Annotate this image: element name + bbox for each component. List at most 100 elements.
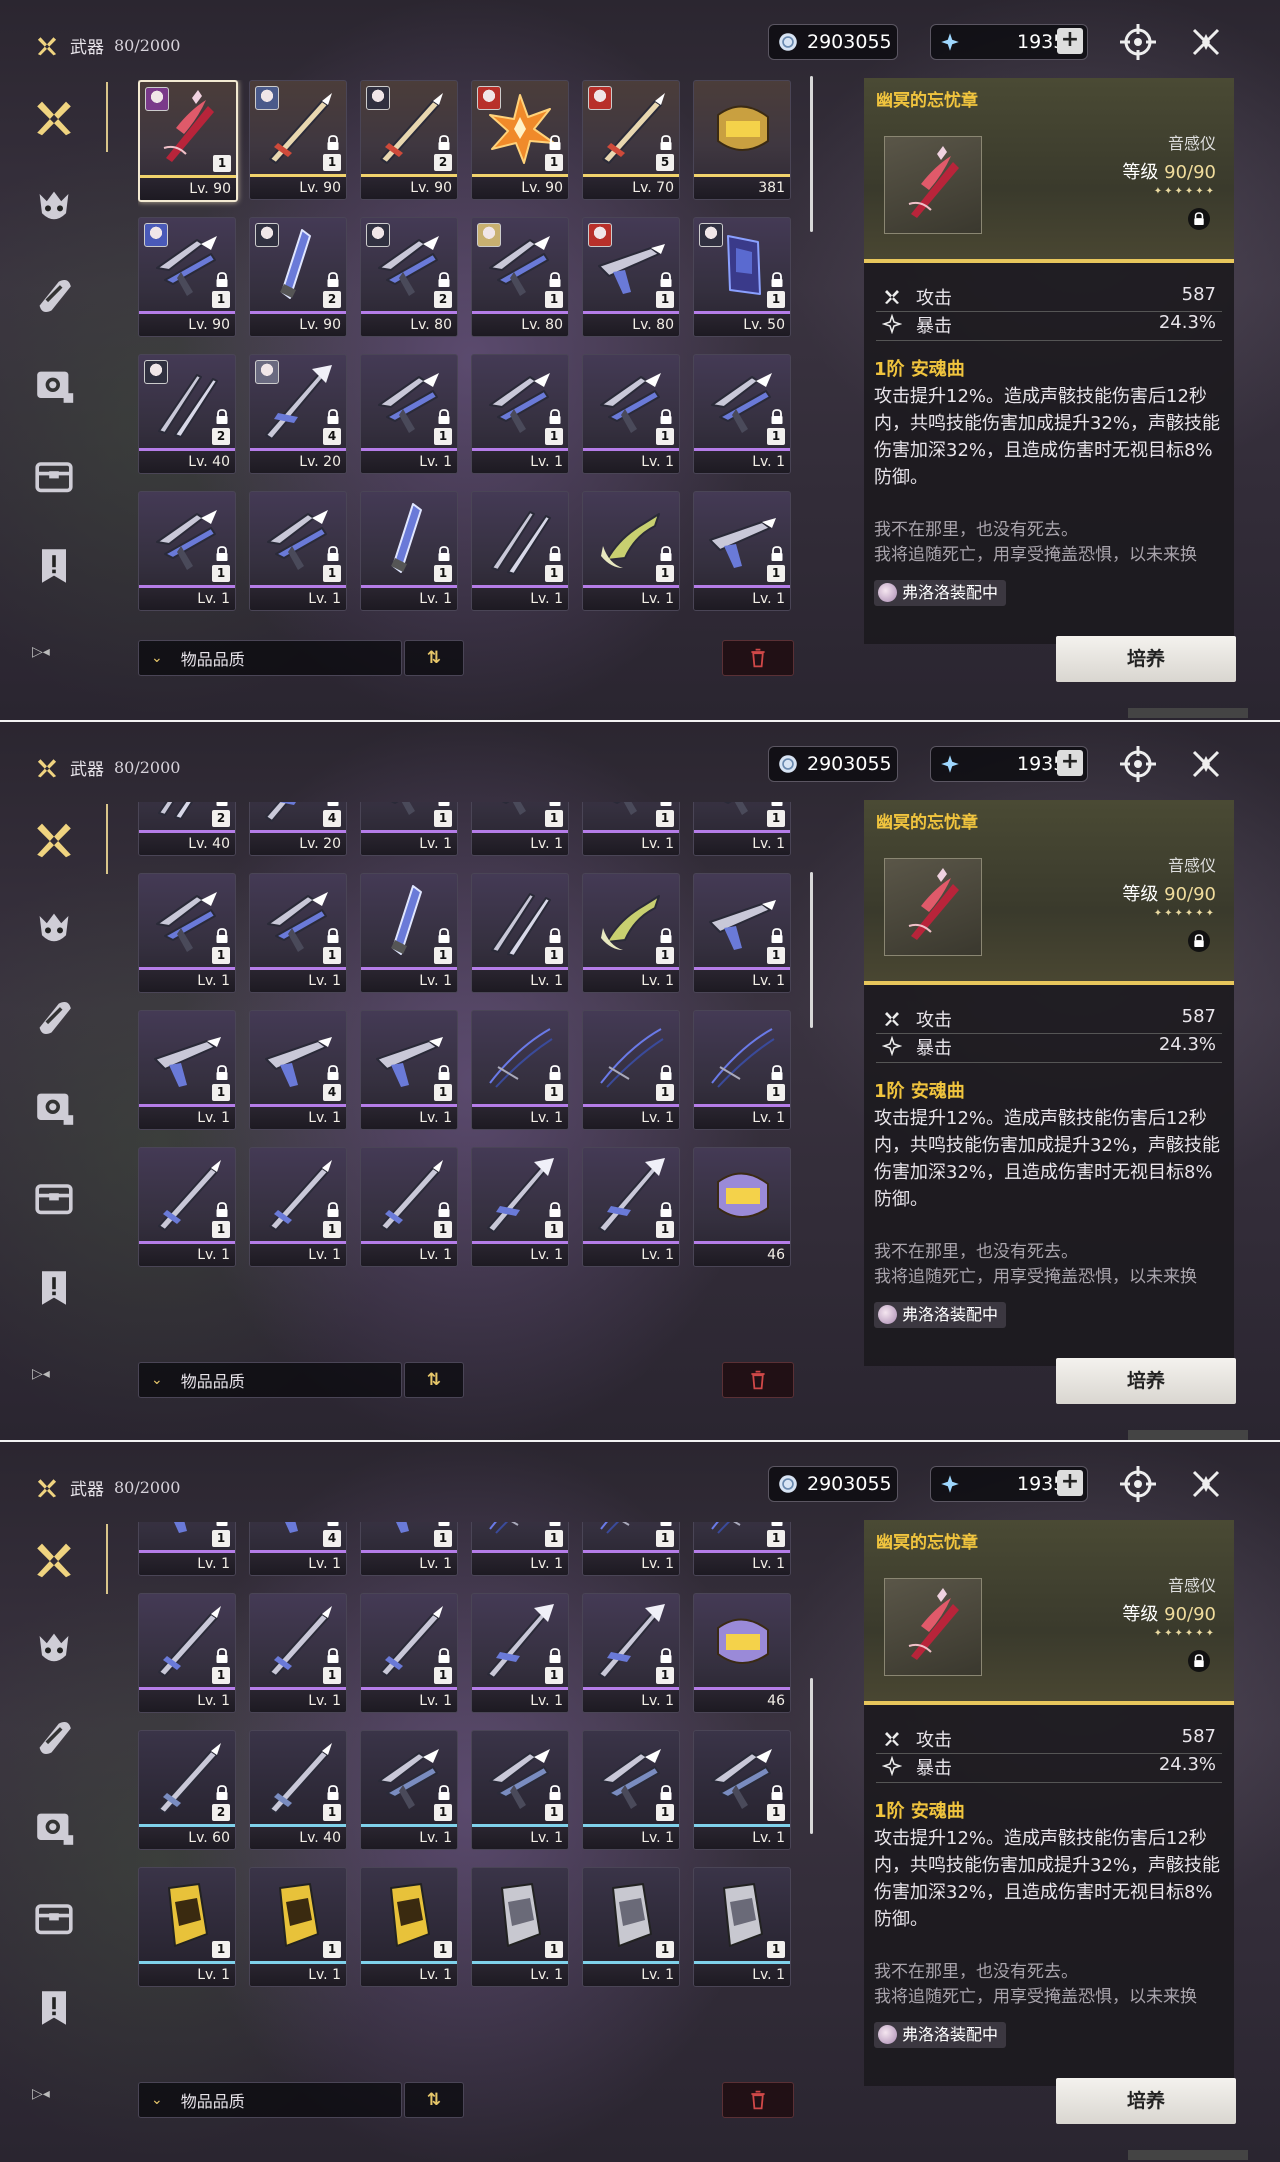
weapon-slot[interactable]: 1 Lv. 1 bbox=[471, 873, 569, 993]
weapon-slot[interactable]: 1 Lv. 1 bbox=[471, 1593, 569, 1713]
scrollbar[interactable] bbox=[810, 1678, 813, 1834]
weapon-slot[interactable]: 1 Lv. 1 bbox=[360, 354, 458, 474]
sidebar-item-weapon[interactable] bbox=[30, 82, 108, 152]
sidebar-item-devkit[interactable] bbox=[30, 272, 80, 322]
weapon-slot[interactable]: 1 Lv. 80 bbox=[582, 217, 680, 337]
weapon-slot[interactable]: 1 Lv. 1 bbox=[360, 873, 458, 993]
close-icon[interactable] bbox=[1186, 22, 1226, 62]
scrollbar[interactable] bbox=[810, 872, 813, 1028]
weapon-slot[interactable]: 1 Lv. 1 bbox=[138, 1010, 236, 1130]
weapon-slot[interactable]: 381 bbox=[693, 80, 791, 200]
sidebar-item-supply[interactable] bbox=[30, 1174, 80, 1224]
weapon-slot[interactable]: 1 Lv. 1 bbox=[249, 1147, 347, 1267]
weapon-slot[interactable]: 1 Lv. 1 bbox=[471, 1010, 569, 1130]
weapon-slot[interactable]: 1 Lv. 90 bbox=[249, 80, 347, 200]
target-icon[interactable] bbox=[1118, 1464, 1158, 1504]
weapon-slot[interactable]: 1 Lv. 1 bbox=[138, 491, 236, 611]
add-astrite-button[interactable]: + bbox=[1057, 750, 1083, 776]
weapon-slot[interactable]: 1 Lv. 1 bbox=[582, 1867, 680, 1987]
sidebar-collapse-toggle[interactable]: ▷◂ bbox=[32, 2086, 50, 2102]
weapon-slot[interactable]: 1 Lv. 1 bbox=[582, 1147, 680, 1267]
sidebar-item-weapon[interactable] bbox=[30, 804, 108, 874]
sidebar-item-echo[interactable] bbox=[30, 182, 80, 232]
sort-dropdown[interactable]: ⌄ 物品品质 bbox=[138, 640, 402, 676]
weapon-slot[interactable]: 1 Lv. 1 bbox=[582, 1010, 680, 1130]
weapon-slot[interactable]: 1 Lv. 1 bbox=[360, 1867, 458, 1987]
weapon-slot[interactable]: 1 Lv. 1 bbox=[582, 873, 680, 993]
sort-direction-button[interactable]: ⇅ bbox=[404, 640, 464, 676]
sidebar-item-devkit[interactable] bbox=[30, 994, 80, 1044]
weapon-slot[interactable]: 1 Lv. 1 bbox=[471, 1730, 569, 1850]
weapon-slot[interactable]: 1 Lv. 1 bbox=[138, 1867, 236, 1987]
weapon-slot[interactable]: 1 Lv. 1 bbox=[249, 1867, 347, 1987]
lock-toggle-button[interactable] bbox=[1188, 930, 1210, 952]
weapon-slot[interactable]: 1 Lv. 1 bbox=[693, 491, 791, 611]
weapon-slot[interactable]: 1 Lv. 1 bbox=[138, 1147, 236, 1267]
weapon-slot[interactable]: 1 Lv. 1 bbox=[471, 1147, 569, 1267]
weapon-slot[interactable]: 1 Lv. 50 bbox=[693, 217, 791, 337]
sort-direction-button[interactable]: ⇅ bbox=[404, 2082, 464, 2118]
sort-dropdown[interactable]: ⌄ 物品品质 bbox=[138, 1362, 402, 1398]
weapon-slot[interactable]: 1 Lv. 1 bbox=[249, 1593, 347, 1713]
cultivate-button[interactable]: 培养 bbox=[1056, 2078, 1236, 2124]
sidebar-item-echo[interactable] bbox=[30, 1624, 80, 1674]
batch-discard-button[interactable] bbox=[722, 2082, 794, 2118]
weapon-slot[interactable]: 1 Lv. 1 bbox=[471, 1867, 569, 1987]
batch-discard-button[interactable] bbox=[722, 640, 794, 676]
weapon-slot[interactable]: 1 Lv. 90 bbox=[138, 80, 238, 202]
weapon-slot[interactable]: 1 Lv. 40 bbox=[249, 1730, 347, 1850]
weapon-slot[interactable]: 46 bbox=[693, 1147, 791, 1267]
sort-dropdown[interactable]: ⌄ 物品品质 bbox=[138, 2082, 402, 2118]
sidebar-collapse-toggle[interactable]: ▷◂ bbox=[32, 1366, 50, 1382]
sidebar-item-weapon[interactable] bbox=[30, 1524, 108, 1594]
weapon-slot[interactable]: 2 Lv. 80 bbox=[360, 217, 458, 337]
weapon-slot[interactable]: 2 Lv. 40 bbox=[138, 354, 236, 474]
cultivate-button[interactable]: 培养 bbox=[1056, 1358, 1236, 1404]
weapon-slot[interactable]: 1 Lv. 1 bbox=[249, 491, 347, 611]
batch-discard-button[interactable] bbox=[722, 1362, 794, 1398]
weapon-slot[interactable]: 1 Lv. 1 bbox=[360, 1593, 458, 1713]
weapon-slot[interactable]: 1 Lv. 1 bbox=[360, 491, 458, 611]
weapon-slot[interactable]: 1 Lv. 1 bbox=[138, 873, 236, 993]
weapon-slot[interactable]: 1 Lv. 1 bbox=[360, 1730, 458, 1850]
sidebar-item-echo[interactable] bbox=[30, 904, 80, 954]
sidebar-item-special[interactable] bbox=[30, 1264, 80, 1314]
weapon-slot[interactable]: 1 Lv. 80 bbox=[471, 217, 569, 337]
weapon-slot[interactable]: 2 Lv. 90 bbox=[360, 80, 458, 200]
sidebar-item-special[interactable] bbox=[30, 542, 80, 592]
weapon-slot[interactable]: 4 Lv. 1 bbox=[249, 1010, 347, 1130]
sidebar-collapse-toggle[interactable]: ▷◂ bbox=[32, 644, 50, 660]
add-astrite-button[interactable]: + bbox=[1057, 1470, 1083, 1496]
weapon-slot[interactable]: 1 Lv. 1 bbox=[582, 354, 680, 474]
weapon-slot[interactable]: 1 Lv. 1 bbox=[249, 873, 347, 993]
weapon-slot[interactable]: 5 Lv. 70 bbox=[582, 80, 680, 200]
cultivate-button[interactable]: 培养 bbox=[1056, 636, 1236, 682]
close-icon[interactable] bbox=[1186, 744, 1226, 784]
sort-direction-button[interactable]: ⇅ bbox=[404, 1362, 464, 1398]
weapon-slot[interactable]: 1 Lv. 90 bbox=[138, 217, 236, 337]
weapon-slot[interactable]: 1 Lv. 1 bbox=[693, 1867, 791, 1987]
sidebar-item-devkit[interactable] bbox=[30, 1714, 80, 1764]
weapon-slot[interactable]: 4 Lv. 20 bbox=[249, 354, 347, 474]
scrollbar[interactable] bbox=[810, 76, 813, 232]
weapon-slot[interactable]: 1 Lv. 1 bbox=[693, 873, 791, 993]
target-icon[interactable] bbox=[1118, 744, 1158, 784]
weapon-slot[interactable]: 1 Lv. 1 bbox=[138, 1593, 236, 1713]
weapon-slot[interactable]: 1 Lv. 1 bbox=[582, 1730, 680, 1850]
sidebar-item-resource[interactable] bbox=[30, 1804, 80, 1854]
target-icon[interactable] bbox=[1118, 22, 1158, 62]
weapon-slot[interactable]: 1 Lv. 1 bbox=[471, 354, 569, 474]
sidebar-item-supply[interactable] bbox=[30, 452, 80, 502]
weapon-slot[interactable]: 1 Lv. 1 bbox=[582, 1593, 680, 1713]
weapon-slot[interactable]: 1 Lv. 1 bbox=[471, 491, 569, 611]
weapon-slot[interactable]: 1 Lv. 1 bbox=[693, 1730, 791, 1850]
add-astrite-button[interactable]: + bbox=[1057, 28, 1083, 54]
weapon-slot[interactable]: 2 Lv. 60 bbox=[138, 1730, 236, 1850]
weapon-slot[interactable]: 1 Lv. 1 bbox=[582, 491, 680, 611]
weapon-slot[interactable]: 1 Lv. 1 bbox=[360, 1010, 458, 1130]
weapon-slot[interactable]: 1 Lv. 1 bbox=[693, 354, 791, 474]
weapon-slot[interactable]: 1 Lv. 90 bbox=[471, 80, 569, 200]
lock-toggle-button[interactable] bbox=[1188, 1650, 1210, 1672]
lock-toggle-button[interactable] bbox=[1188, 208, 1210, 230]
sidebar-item-special[interactable] bbox=[30, 1984, 80, 2034]
